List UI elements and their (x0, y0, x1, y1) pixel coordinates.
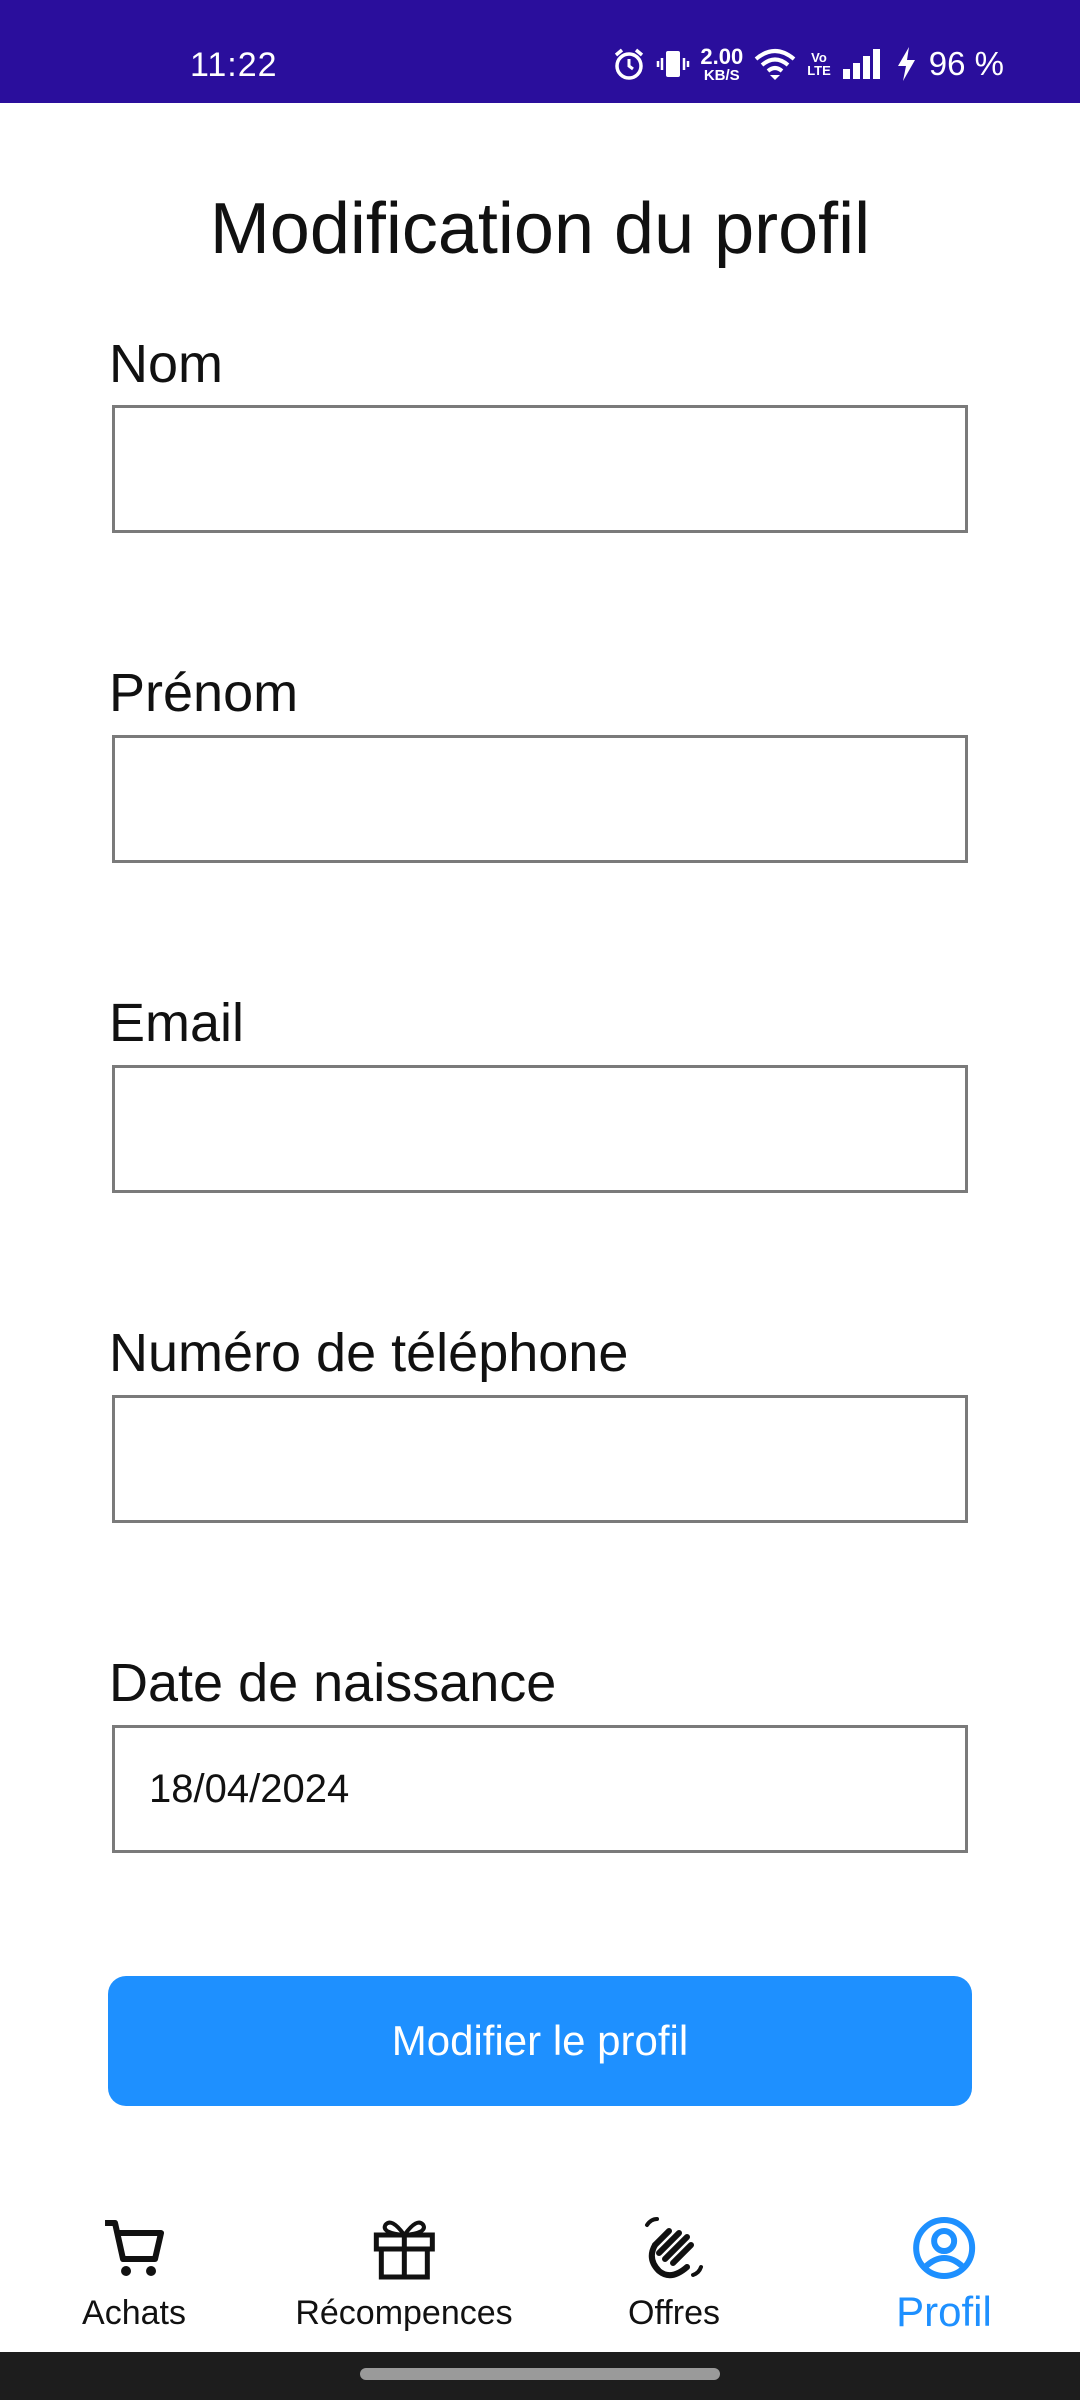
network-speed: 2.00 KB/S (700, 43, 744, 84)
modify-profile-button[interactable]: Modifier le profil (108, 1976, 972, 2106)
nav-label-achats: Achats (82, 2294, 186, 2332)
vibrate-icon (656, 47, 690, 81)
prenom-input[interactable] (112, 735, 968, 863)
email-label: Email (109, 993, 245, 1053)
email-input[interactable] (112, 1065, 968, 1193)
alarm-icon (612, 47, 646, 81)
nav-item-profil[interactable]: Profil (896, 2208, 992, 2336)
prenom-label: Prénom (109, 663, 299, 723)
wifi-icon (753, 47, 797, 81)
hand-wave-icon (641, 2208, 707, 2288)
birthdate-input[interactable] (112, 1725, 968, 1853)
nav-label-recompences: Récompences (295, 2294, 513, 2332)
volte-bottom: LTE (807, 63, 831, 78)
nav-item-recompences[interactable]: Récompences (295, 2208, 513, 2333)
status-icons: 2.00 KB/S Vo LTE 96 % (612, 44, 1004, 84)
nav-item-achats[interactable]: Achats (82, 2208, 186, 2333)
network-speed-value: 2.00 (700, 43, 744, 69)
nav-item-offres[interactable]: Offres (628, 2208, 720, 2333)
charging-icon (895, 46, 917, 82)
volte-icon: Vo LTE (807, 51, 831, 77)
cart-icon (101, 2208, 167, 2288)
nom-input[interactable] (112, 405, 968, 533)
battery-level: 96 % (928, 45, 1004, 82)
gesture-bar (0, 2352, 1080, 2400)
account-circle-icon (911, 2208, 977, 2288)
status-bar: 11:22 2.00 KB/S Vo LTE 96 % (0, 0, 1080, 103)
gift-icon (371, 2208, 437, 2288)
home-gesture-handle[interactable] (360, 2368, 720, 2380)
nav-label-profil: Profil (896, 2288, 992, 2335)
status-time: 11:22 (190, 46, 278, 84)
signal-icon (841, 47, 885, 81)
page-title: Modification du profil (209, 189, 871, 269)
nav-label-offres: Offres (628, 2294, 720, 2332)
birthdate-label: Date de naissance (109, 1653, 557, 1713)
network-speed-unit: KB/S (703, 66, 740, 84)
bottom-navigation: Achats Récompences Offres Profil (0, 2190, 1080, 2352)
phone-input[interactable] (112, 1395, 968, 1523)
nom-label: Nom (109, 334, 224, 394)
phone-label: Numéro de téléphone (109, 1323, 629, 1383)
